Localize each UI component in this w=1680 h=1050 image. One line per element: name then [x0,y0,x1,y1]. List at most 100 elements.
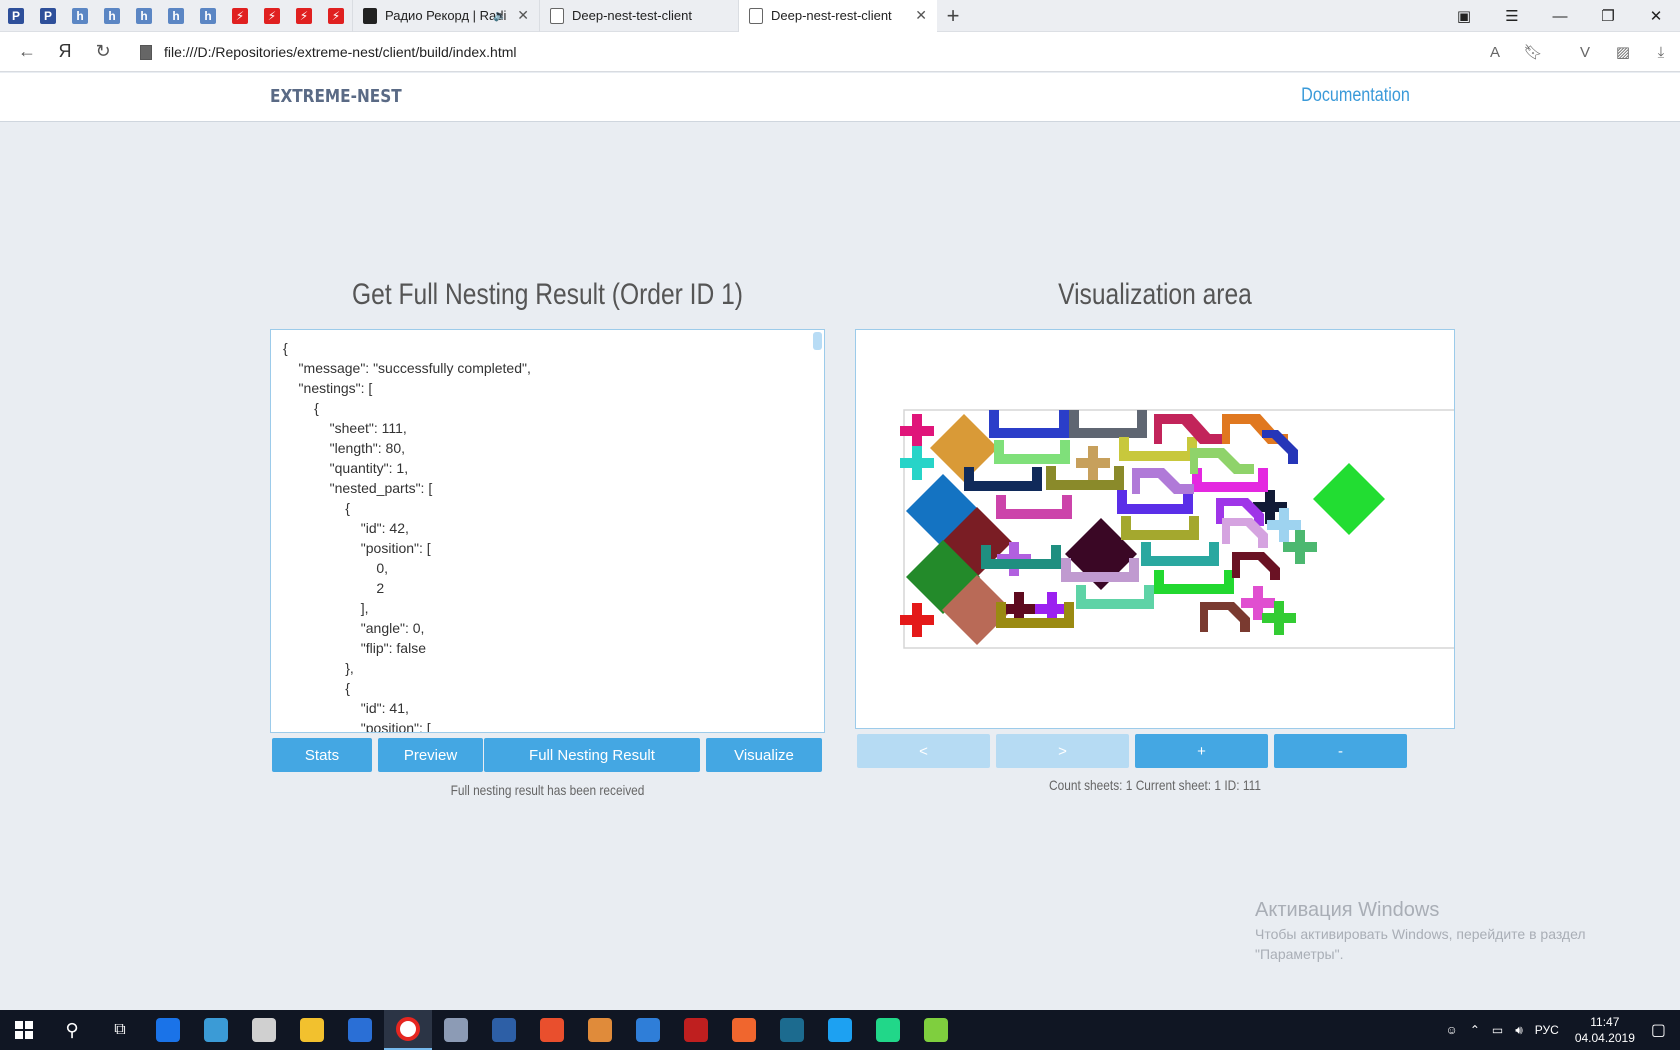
powershell-icon [492,1018,516,1042]
lightning-icon: ⚡ [296,7,312,24]
download-icon[interactable]: ⤓ [1642,44,1680,61]
clock-time: 11:47 [1590,1015,1620,1029]
teamviewer-icon [156,1018,180,1042]
taskbar-app[interactable] [240,1010,288,1050]
taskbar-app[interactable] [192,1010,240,1050]
pinned-tab[interactable]: P [32,0,64,32]
clock-date: 04.04.2019 [1574,1031,1635,1045]
bookmark-icon[interactable]: 🔖︎ [1514,43,1552,61]
documentation-link[interactable]: Documentation [1301,85,1410,107]
yandex-button[interactable]: Я [46,32,84,72]
reload-icon[interactable]: ↻ [84,32,122,72]
volume-icon[interactable]: 🔊︎ [1509,1023,1529,1038]
taskbar-app[interactable] [912,1010,960,1050]
tab-close-icon[interactable]: ✕ [517,7,529,24]
url-field[interactable]: file:///D:/Repositories/extreme-nest/cli… [140,36,1548,68]
tab-deep-nest-test-client[interactable]: Deep-nest-test-client [539,0,738,32]
file-icon [140,44,152,60]
start-button[interactable] [0,1010,48,1050]
part-cross [1076,446,1110,480]
part-channel [1046,466,1124,490]
minimize-icon[interactable]: — [1536,0,1584,32]
taskbar-app[interactable] [336,1010,384,1050]
taskbar-app[interactable] [144,1010,192,1050]
zoom-out-button[interactable]: - [1274,734,1407,768]
pinned-tab[interactable]: h [64,0,96,32]
screenshot-icon[interactable]: ▨ [1604,43,1642,61]
new-tab-button[interactable]: + [937,3,969,29]
taskbar-app[interactable] [576,1010,624,1050]
pinned-tab[interactable]: h [160,0,192,32]
lightning-icon: ⚡ [328,7,344,24]
pinned-tab[interactable]: ⚡ [288,0,320,32]
compass-icon [732,1018,756,1042]
part-channel [1192,468,1268,492]
taskbar-app[interactable] [432,1010,480,1050]
skype-icon [828,1018,852,1042]
pinned-tab[interactable]: ⚡ [224,0,256,32]
taskbar-app[interactable] [864,1010,912,1050]
yandex-browser-icon [396,1017,420,1041]
taskbar-app[interactable] [384,1010,432,1050]
sheet-status-text: Count sheets: 1 Current sheet: 1 ID: 111 [1049,777,1261,793]
h-icon: h [104,7,120,24]
prev-sheet-button[interactable]: < [857,734,990,768]
tab-title: Радио Рекорд | Radi [385,8,507,23]
search-icon[interactable]: ⚲ [48,1010,96,1050]
taskbar-app[interactable] [288,1010,336,1050]
preview-button[interactable]: Preview [378,738,483,772]
extension-v-icon[interactable]: V [1566,44,1604,61]
menu-icon[interactable]: ☰ [1488,0,1536,32]
language-indicator[interactable]: РУС [1529,1023,1565,1037]
pinned-tab[interactable]: h [96,0,128,32]
back-arrow-icon[interactable]: ← [8,32,46,72]
bookmarks-panel-icon[interactable]: ▣ [1440,0,1488,32]
part-cross [900,414,934,448]
task-view-icon[interactable]: ⧉ [96,1010,144,1050]
taskbar-app[interactable] [528,1010,576,1050]
tab-radio-record[interactable]: Радио Рекорд | Radi 🔈 ✕ [352,0,539,32]
site-logo[interactable]: EXTREME-NEST [270,86,402,107]
speaker-icon[interactable]: 🔈 [493,9,507,22]
json-result-textarea[interactable]: { "message": "successfully completed", "… [270,329,825,733]
shark-icon [636,1018,660,1042]
chevron-up-icon[interactable]: ⌃ [1464,1023,1486,1037]
visualize-button[interactable]: Visualize [706,738,822,772]
taskbar-app[interactable] [624,1010,672,1050]
taskbar-app[interactable] [768,1010,816,1050]
activation-line-1: Чтобы активировать Windows, перейдите в … [1255,926,1586,942]
people-icon[interactable]: ☺ [1440,1023,1464,1037]
clock[interactable]: 11:47 04.04.2019 [1565,1014,1645,1046]
chart-app-icon [924,1018,948,1042]
spiral-icon [588,1018,612,1042]
zoom-in-button[interactable]: + [1135,734,1268,768]
visualization-canvas[interactable] [855,329,1455,729]
pinned-tab[interactable]: ⚡ [256,0,288,32]
tab-title: Deep-nest-test-client [572,8,692,23]
pinned-tab[interactable]: P [0,0,32,32]
part-diamond [1313,463,1385,535]
h-icon: h [200,7,216,24]
close-window-icon[interactable]: ✕ [1632,0,1680,32]
full-nesting-result-button[interactable]: Full Nesting Result [484,738,700,772]
restore-icon[interactable]: ❐ [1584,0,1632,32]
taskbar-app[interactable] [672,1010,720,1050]
taskbar-app[interactable] [480,1010,528,1050]
notifications-icon[interactable]: ▢ [1645,1020,1680,1040]
json-result-text: { "message": "successfully completed", "… [283,340,531,733]
stats-button[interactable]: Stats [272,738,372,772]
pinned-tab[interactable]: ⚡ [320,0,352,32]
tab-deep-nest-rest-client[interactable]: Deep-nest-rest-client ✕ [738,0,937,32]
pinned-tab[interactable]: h [192,0,224,32]
json-scrollbar[interactable] [813,332,822,350]
translate-icon[interactable]: A [1476,44,1514,61]
lightning-icon: ⚡ [232,7,248,24]
next-sheet-button[interactable]: > [996,734,1129,768]
taskbar-app[interactable] [816,1010,864,1050]
pinned-tab[interactable]: h [128,0,160,32]
taskbar-app[interactable] [720,1010,768,1050]
nesting-visualization-svg [900,409,1454,649]
part-channel [1141,542,1219,566]
network-tray-icon[interactable]: ▭ [1486,1023,1509,1037]
tab-close-icon[interactable]: ✕ [915,7,927,24]
